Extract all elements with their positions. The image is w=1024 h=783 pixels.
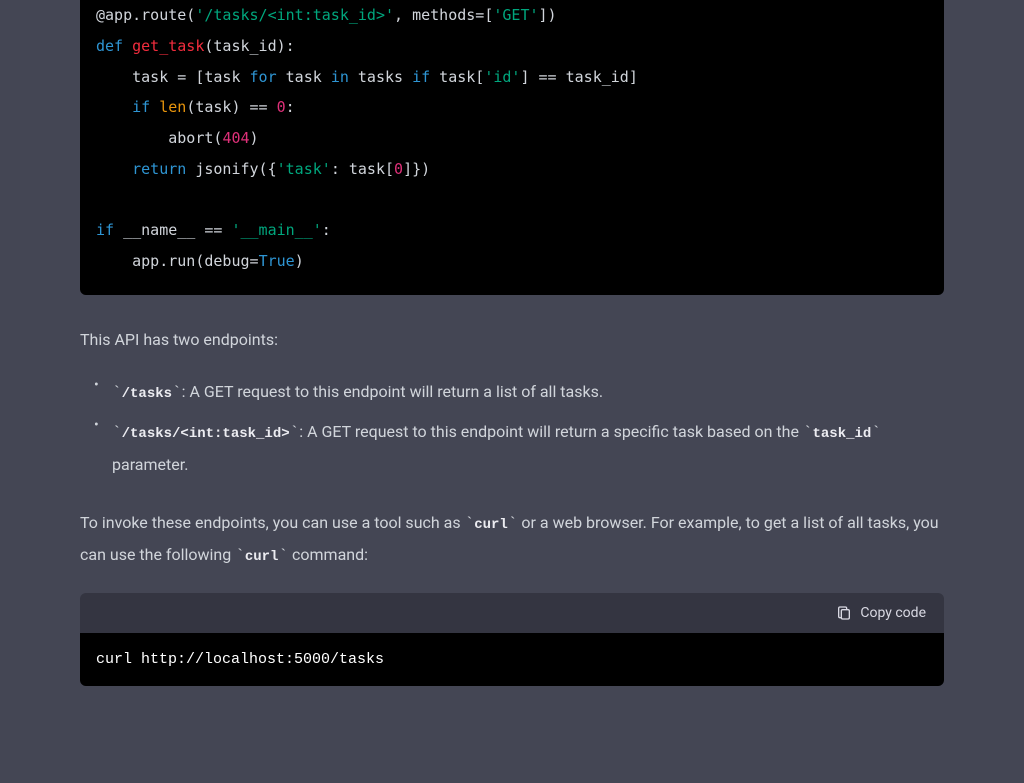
code-block-curl: curl http://localhost:5000/tasks: [80, 633, 944, 686]
intro-text: This API has two endpoints:: [80, 325, 944, 355]
curl-command: curl http://localhost:5000/tasks: [96, 651, 384, 668]
list-item: `/tasks/<int:task_id>`: A GET request to…: [80, 416, 944, 480]
endpoint-code: /tasks: [122, 386, 172, 402]
endpoint-list: `/tasks`: A GET request to this endpoint…: [80, 376, 944, 480]
invoke-text: To invoke these endpoints, you can use a…: [80, 508, 944, 571]
copy-code-button[interactable]: Copy code: [836, 605, 926, 621]
code-pre: @app.route('/tasks/<int:task_id>', metho…: [96, 0, 928, 277]
list-item: `/tasks`: A GET request to this endpoint…: [80, 376, 944, 409]
clipboard-icon: [836, 605, 852, 621]
copy-code-label: Copy code: [860, 605, 926, 621]
endpoint-code: /tasks/<int:task_id>: [122, 426, 290, 442]
code-block-python: @app.route('/tasks/<int:task_id>', metho…: [80, 0, 944, 295]
code-block-header: Copy code: [80, 593, 944, 633]
curl-code: curl: [474, 517, 508, 533]
param-code: task_id: [813, 426, 872, 442]
curl-code: curl: [245, 549, 279, 565]
